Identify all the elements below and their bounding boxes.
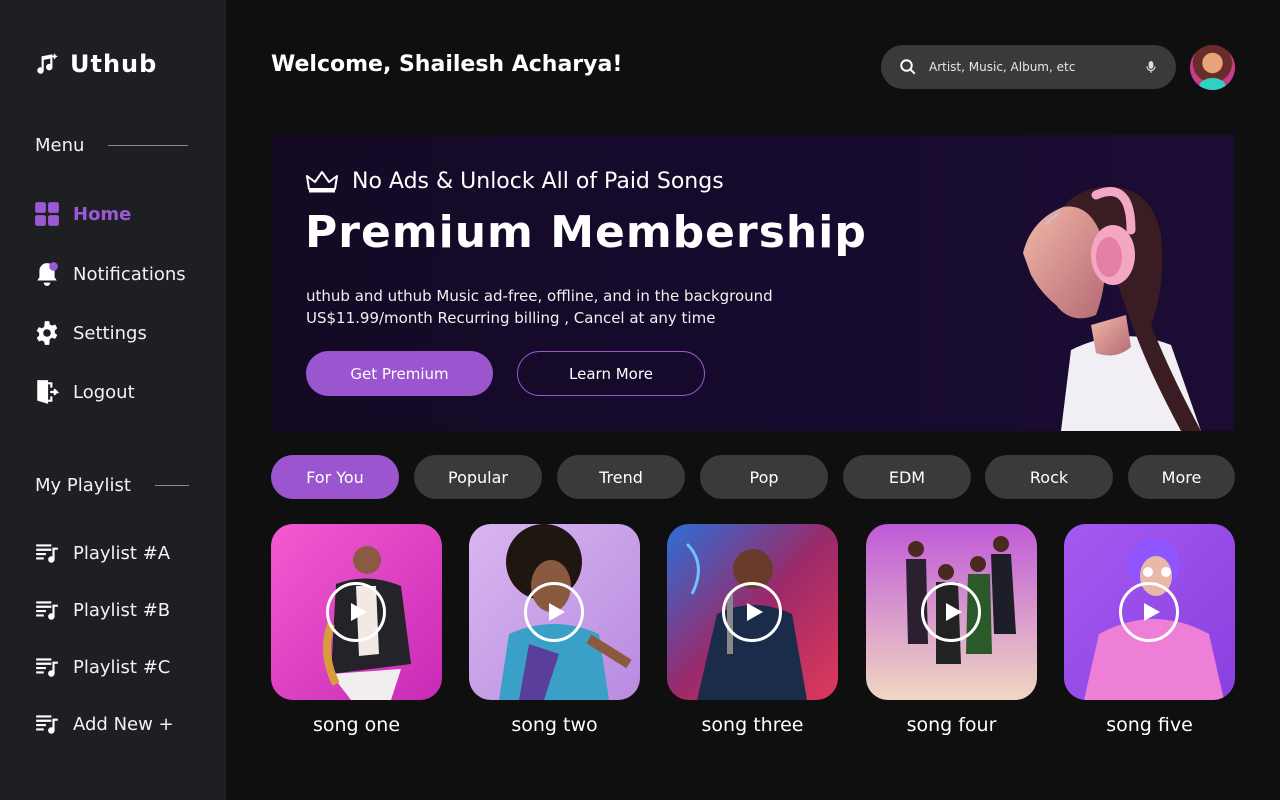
song-cover[interactable] xyxy=(469,524,640,700)
banner-title: Premium Membership xyxy=(305,207,867,258)
play-icon xyxy=(747,603,763,621)
song-cover[interactable] xyxy=(667,524,838,700)
bell-icon xyxy=(37,262,58,286)
song-title[interactable]: song five xyxy=(1064,714,1235,736)
play-button[interactable] xyxy=(722,582,782,642)
sidebar-item-add-new[interactable]: Add New + xyxy=(34,711,174,737)
song-cover[interactable] xyxy=(1064,524,1235,700)
sidebar-item-label: Logout xyxy=(73,381,135,403)
tab-edm[interactable]: EDM xyxy=(843,455,971,499)
sidebar-item-notifications[interactable]: Notifications xyxy=(34,261,186,287)
sidebar-item-label: Home xyxy=(73,203,132,225)
search-icon xyxy=(900,59,916,75)
sidebar-item-label: Add New + xyxy=(73,713,174,735)
sidebar-item-label: Playlist #A xyxy=(73,542,171,564)
song-card[interactable]: song three xyxy=(667,524,838,736)
song-card[interactable]: song two xyxy=(469,524,640,736)
sidebar: Uthub Menu Home Notifications Settings L… xyxy=(0,0,226,800)
song-card[interactable]: song one xyxy=(271,524,442,736)
play-button[interactable] xyxy=(326,582,386,642)
search-bar[interactable] xyxy=(881,45,1176,89)
logout-icon xyxy=(37,380,60,404)
divider xyxy=(108,145,189,146)
app-root: Uthub Menu Home Notifications Settings L… xyxy=(0,0,1280,800)
tab-pop[interactable]: Pop xyxy=(700,455,828,499)
play-button[interactable] xyxy=(1119,582,1179,642)
menu-heading-label: Menu xyxy=(35,135,85,156)
banner-tag-text: No Ads & Unlock All of Paid Songs xyxy=(352,169,724,194)
app-name: Uthub xyxy=(70,50,158,78)
sidebar-item-label: Playlist #C xyxy=(73,656,171,678)
banner-woman-headphones-image xyxy=(1023,186,1201,431)
banner-desc-line: US$11.99/month Recurring billing , Cance… xyxy=(306,309,716,327)
sidebar-item-playlist-c[interactable]: Playlist #C xyxy=(34,654,170,680)
playlist-icon xyxy=(36,601,58,620)
playlist-icon xyxy=(36,544,58,563)
sidebar-item-label: Settings xyxy=(73,322,147,344)
avatar[interactable] xyxy=(1190,45,1235,90)
banner-desc-line: uthub and uthub Music ad-free, offline, … xyxy=(306,287,773,305)
tab-rock[interactable]: Rock xyxy=(985,455,1113,499)
song-card[interactable]: song five xyxy=(1064,524,1235,736)
microphone-icon[interactable] xyxy=(1144,60,1158,74)
premium-banner: No Ads & Unlock All of Paid Songs Premiu… xyxy=(271,135,1234,431)
song-card[interactable]: song four xyxy=(866,524,1037,736)
tab-trend[interactable]: Trend xyxy=(557,455,685,499)
sidebar-item-home[interactable]: Home xyxy=(34,201,131,227)
song-title[interactable]: song one xyxy=(271,714,442,736)
learn-more-button[interactable]: Learn More xyxy=(517,351,705,396)
play-icon xyxy=(549,603,565,621)
song-cover[interactable] xyxy=(866,524,1037,700)
divider xyxy=(154,485,189,486)
play-icon xyxy=(1144,603,1160,621)
song-title[interactable]: song four xyxy=(866,714,1037,736)
search-input[interactable] xyxy=(929,60,1144,74)
get-premium-button[interactable]: Get Premium xyxy=(306,351,493,396)
crown-icon xyxy=(306,170,338,192)
sidebar-item-logout[interactable]: Logout xyxy=(34,379,135,405)
play-button[interactable] xyxy=(921,582,981,642)
playlist-icon xyxy=(36,658,58,677)
song-cover[interactable] xyxy=(271,524,442,700)
song-title[interactable]: song three xyxy=(667,714,838,736)
playlist-icon xyxy=(36,715,58,734)
app-logo[interactable]: Uthub xyxy=(34,50,157,78)
sidebar-item-label: Playlist #B xyxy=(73,599,171,621)
song-title[interactable]: song two xyxy=(469,714,640,736)
play-icon xyxy=(351,603,367,621)
sidebar-item-settings[interactable]: Settings xyxy=(34,320,147,346)
banner-tagline: No Ads & Unlock All of Paid Songs xyxy=(306,169,724,194)
play-icon xyxy=(946,603,962,621)
sidebar-item-playlist-b[interactable]: Playlist #B xyxy=(34,597,170,623)
gear-icon xyxy=(36,321,58,345)
tab-more[interactable]: More xyxy=(1128,455,1235,499)
banner-description: uthub and uthub Music ad-free, offline, … xyxy=(306,285,773,329)
sidebar-item-playlist-a[interactable]: Playlist #A xyxy=(34,540,170,566)
playlist-heading: My Playlist xyxy=(35,475,189,496)
menu-heading: Menu xyxy=(35,135,189,156)
page-title: Welcome, Shailesh Acharya! xyxy=(271,52,623,77)
playlist-heading-label: My Playlist xyxy=(35,475,131,496)
sidebar-item-label: Notifications xyxy=(73,263,186,285)
play-button[interactable] xyxy=(524,582,584,642)
tab-popular[interactable]: Popular xyxy=(414,455,542,499)
music-note-icon xyxy=(37,53,58,74)
tab-for-you[interactable]: For You xyxy=(271,455,399,499)
grid-icon xyxy=(35,202,59,226)
